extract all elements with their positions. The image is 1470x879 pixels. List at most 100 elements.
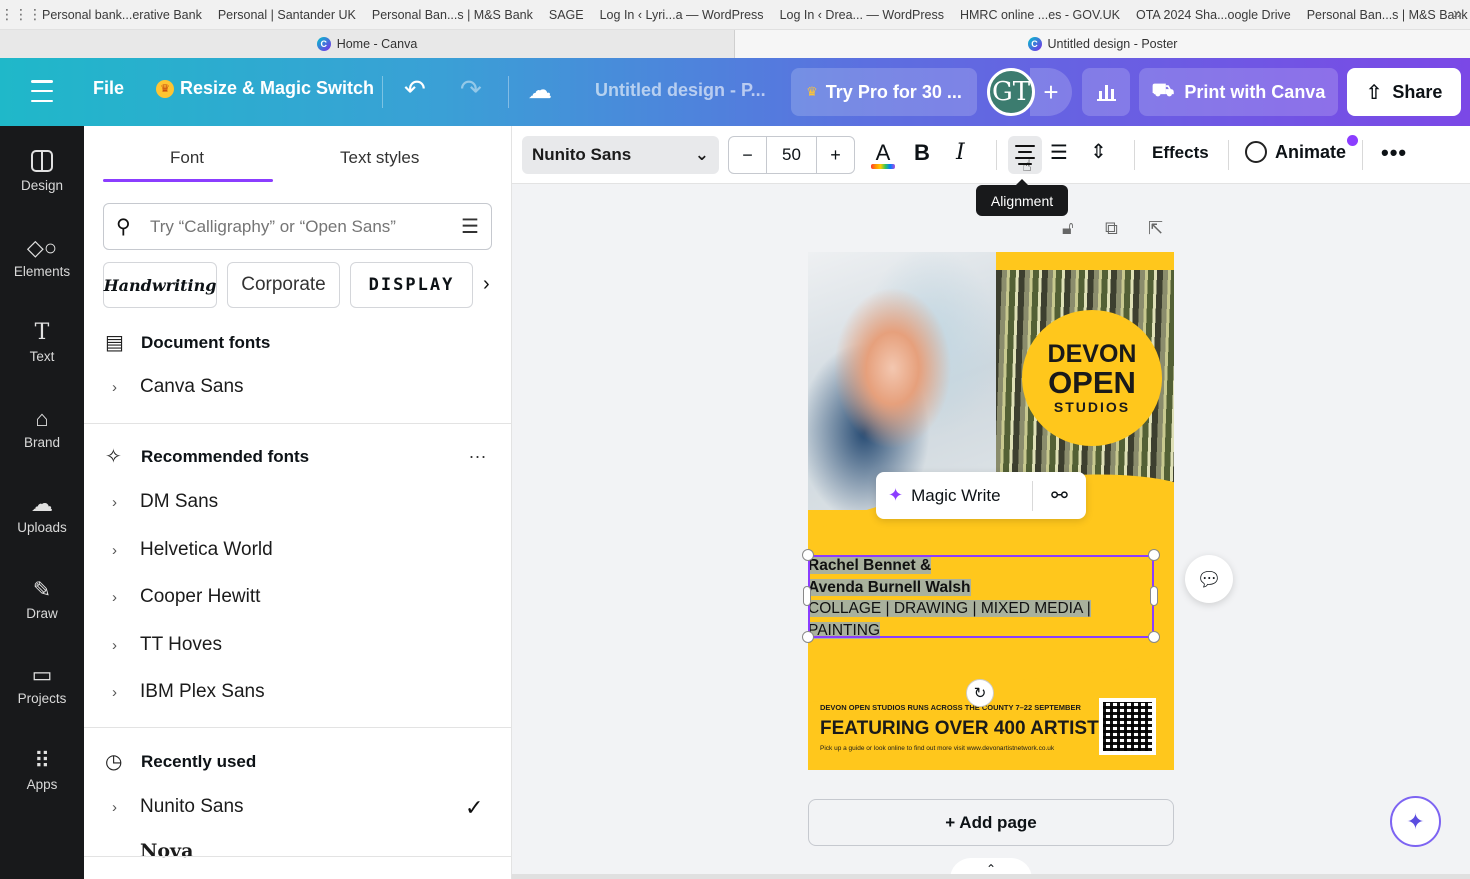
dates-text[interactable]: DEVON OPEN STUDIOS RUNS ACROSS THE COUNT… xyxy=(820,703,1081,712)
tab-text-styles[interactable]: Text styles xyxy=(340,148,419,168)
rail-item-elements[interactable]: ◇○ Elements xyxy=(0,222,84,292)
browser-tab-home[interactable]: C Home - Canva xyxy=(0,30,735,58)
avatar[interactable]: GT xyxy=(987,68,1035,116)
font-item[interactable]: › IBM Plex Sans xyxy=(112,681,265,703)
resize-handle[interactable] xyxy=(1148,549,1160,561)
magic-write-button[interactable]: ✦ Magic Write xyxy=(876,480,1033,511)
resize-magic-switch-button[interactable]: ♛ Resize & Magic Switch xyxy=(156,78,374,99)
chevron-right-icon[interactable]: › xyxy=(483,273,490,296)
featuring-text[interactable]: FEATURING OVER 400 ARTISTS xyxy=(820,718,1111,740)
rail-item-uploads[interactable]: ☁ Uploads xyxy=(0,478,84,548)
cloud-saved-icon[interactable]: ☁ xyxy=(528,76,552,105)
spacing-icon[interactable]: ⇕ xyxy=(1090,139,1107,164)
more-bookmarks-icon[interactable]: » xyxy=(1453,5,1462,23)
section-title: Recommended fonts xyxy=(141,446,310,466)
bookmark[interactable]: Personal Ban...s | M&S Bank xyxy=(1307,8,1468,22)
brand-icon: ⌂ xyxy=(35,405,49,431)
chevron-right-icon[interactable]: › xyxy=(112,637,140,654)
canva-favicon-icon: C xyxy=(316,37,331,51)
undo-icon[interactable]: ↶ xyxy=(404,74,426,105)
resize-handle[interactable] xyxy=(802,549,814,561)
chip-display[interactable]: DISPLAY xyxy=(350,262,473,308)
menu-icon[interactable] xyxy=(30,80,54,102)
duplicate-page-icon[interactable]: ⧉ xyxy=(1105,218,1118,239)
rail-item-brand[interactable]: ⌂ Brand xyxy=(0,393,84,463)
font-item[interactable]: › Nunito Sans xyxy=(112,796,244,818)
chevron-right-icon[interactable]: › xyxy=(112,494,140,511)
qr-code[interactable] xyxy=(1099,698,1156,755)
resize-handle[interactable] xyxy=(1148,631,1160,643)
design-icon xyxy=(31,149,53,172)
increase-size-button[interactable]: + xyxy=(816,137,854,173)
chip-handwriting[interactable]: Handwriting xyxy=(103,262,217,308)
font-item[interactable]: › Canva Sans xyxy=(112,376,244,398)
font-search-input[interactable] xyxy=(150,216,462,237)
add-page-icon[interactable]: ⇱ xyxy=(1148,218,1163,239)
chevron-right-icon[interactable]: › xyxy=(112,542,140,559)
draw-icon: ✎ xyxy=(32,576,52,602)
rail-item-design[interactable]: Design xyxy=(0,136,84,206)
text-color-button[interactable]: A xyxy=(870,138,896,172)
rotate-icon[interactable]: ↻ xyxy=(966,679,994,707)
crown-icon: ♛ xyxy=(806,84,818,99)
document-title[interactable]: Untitled design - P... xyxy=(595,80,766,101)
add-collaborator-button[interactable]: + xyxy=(1030,68,1072,116)
chevron-right-icon[interactable]: › xyxy=(112,589,140,606)
chevron-right-icon[interactable]: › xyxy=(112,379,140,396)
font-size-input[interactable]: 50 xyxy=(767,137,816,173)
font-item[interactable]: › DM Sans xyxy=(112,491,218,513)
italic-button[interactable]: I xyxy=(956,140,965,165)
rail-item-draw[interactable]: ✎ Draw xyxy=(0,564,84,634)
try-pro-button[interactable]: ♛ Try Pro for 30 ... xyxy=(791,68,977,116)
chevron-right-icon[interactable]: › xyxy=(112,684,140,701)
lock-icon[interactable]: 🔓︎ xyxy=(1062,218,1074,239)
font-family-dropdown[interactable]: Nunito Sans ⌄ xyxy=(522,136,719,174)
add-page-button[interactable]: + Add page xyxy=(808,799,1174,846)
redo-icon[interactable]: ↷ xyxy=(460,74,482,105)
rail-item-apps[interactable]: ⠿ Apps xyxy=(0,735,84,805)
pickup-text[interactable]: Pick up a guide or look online to find o… xyxy=(820,745,1054,752)
chip-corporate[interactable]: Corporate xyxy=(227,262,340,308)
share-button[interactable]: ⇧ Share xyxy=(1347,68,1461,116)
bookmark[interactable]: Log In ‹ Drea... — WordPress xyxy=(780,8,944,22)
side-handle[interactable] xyxy=(803,586,811,606)
divider xyxy=(996,140,997,170)
canva-assistant-icon[interactable]: ✦ xyxy=(1390,796,1441,847)
animate-button[interactable]: Animate xyxy=(1245,135,1359,163)
rail-item-text[interactable]: T Text xyxy=(0,307,84,377)
insights-button[interactable] xyxy=(1082,68,1130,116)
bookmark[interactable]: OTA 2024 Sha...oogle Drive xyxy=(1136,8,1291,22)
bookmark[interactable]: Personal Ban...s | M&S Bank xyxy=(372,8,533,22)
bookmark[interactable]: Personal bank...erative Bank xyxy=(42,8,202,22)
font-item[interactable]: › Cooper Hewitt xyxy=(112,586,260,608)
decrease-size-button[interactable]: − xyxy=(729,137,767,173)
horizontal-scrollbar[interactable] xyxy=(512,874,1470,879)
resize-handle[interactable] xyxy=(802,631,814,643)
bookmark[interactable]: SAGE xyxy=(549,8,584,22)
bold-button[interactable]: B xyxy=(914,140,930,166)
more-options-button[interactable]: ••• xyxy=(1381,140,1407,166)
filter-icon[interactable]: ☰ xyxy=(461,214,479,239)
devon-open-studios-badge[interactable]: DEVON OPEN STUDIOS xyxy=(1022,310,1162,446)
effects-button[interactable]: Effects xyxy=(1152,143,1209,163)
font-item[interactable]: › TT Hoves xyxy=(112,634,222,656)
bookmark[interactable]: Personal | Santander UK xyxy=(218,8,356,22)
text-toolbar: Nunito Sans ⌄ − 50 + A B I ☰ ⇕ Effects A… xyxy=(512,126,1470,184)
more-options-icon[interactable]: ... xyxy=(469,442,487,463)
tab-font[interactable]: Font xyxy=(170,148,204,168)
rail-label: Elements xyxy=(13,263,71,279)
list-icon[interactable]: ☰ xyxy=(1050,140,1068,165)
side-handle[interactable] xyxy=(1150,586,1158,606)
chevron-right-icon[interactable]: › xyxy=(112,799,140,816)
file-menu-button[interactable]: File xyxy=(93,78,124,99)
browser-tab-design[interactable]: C Untitled design - Poster xyxy=(735,30,1470,58)
add-comment-icon[interactable]: 💬︎ xyxy=(1185,555,1233,603)
bookmark[interactable]: Log In ‹ Lyri...a — WordPress xyxy=(600,8,764,22)
font-item[interactable]: Nova xyxy=(112,840,193,862)
bookmark[interactable]: HMRC online ...es - GOV.UK xyxy=(960,8,1120,22)
print-with-canva-button[interactable]: ⛟ Print with Canva xyxy=(1139,68,1338,116)
font-item[interactable]: › Helvetica World xyxy=(112,539,273,561)
link-icon[interactable]: ⚯ xyxy=(1033,483,1086,508)
rail-item-projects[interactable]: ▭ Projects xyxy=(0,649,84,719)
apps-grid-icon[interactable]: ⋮⋮⋮ xyxy=(0,6,42,23)
